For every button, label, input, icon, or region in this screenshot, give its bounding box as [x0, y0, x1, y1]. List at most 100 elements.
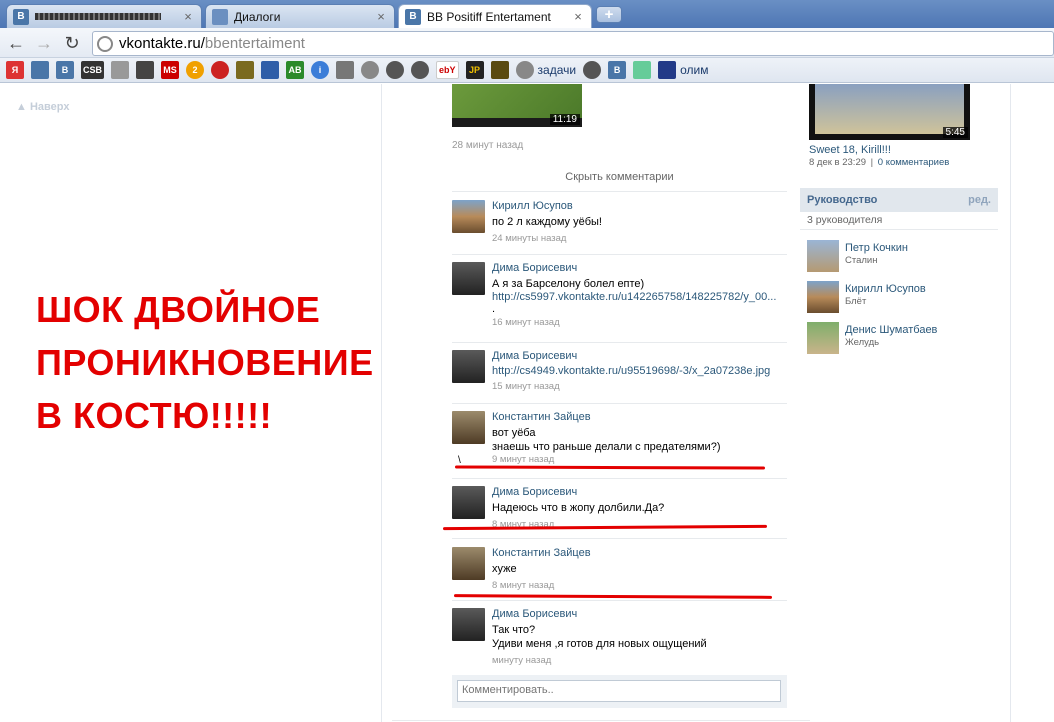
ab-bookmark-icon[interactable]: AB [286, 61, 305, 79]
bookmark-icon[interactable] [633, 61, 652, 79]
comment-item: Константин Зайцев хуже 8 минут назад [452, 547, 787, 595]
bookmark-label: олим [680, 63, 709, 77]
address-bar[interactable]: vkontakte.ru/bbentertaiment [92, 31, 1054, 56]
leader-name[interactable]: Петр Кочкин [845, 242, 908, 254]
comment-author[interactable]: Дима Борисевич [492, 486, 787, 498]
leader-name[interactable]: Денис Шуматбаев [845, 324, 937, 336]
ebay-bookmark-icon[interactable]: ebY [436, 61, 459, 79]
bookmark-icon[interactable] [236, 61, 255, 79]
leader-role: Желудь [845, 337, 880, 348]
ms-bookmark-icon[interactable]: MS [161, 61, 180, 79]
comment-author[interactable]: Кирилл Юсупов [492, 200, 787, 212]
leader-role: Сталин [845, 255, 878, 266]
tab-dialogs[interactable]: Диалоги × [205, 4, 395, 28]
vk-bookmark-icon[interactable]: B [608, 61, 627, 79]
bookmark-label: задачи [537, 63, 577, 77]
forward-arrow-icon[interactable]: → [34, 33, 54, 53]
leaders-title[interactable]: Руководство [807, 194, 877, 206]
vk-bookmark-icon[interactable]: B [56, 61, 74, 79]
red-annotation-caption: ШОК ДВОЙНОЕ ПРОНИКНОВЕНИЕ В КОСТЮ!!!!! [36, 283, 374, 442]
comment-input[interactable] [457, 680, 781, 702]
tab-bb-positiff[interactable]: B BB Positiff Entertament × [398, 4, 592, 28]
hide-comments-link[interactable]: Скрыть комментарии [452, 171, 787, 183]
tab-close-icon[interactable]: × [571, 9, 585, 24]
globe-bookmark-icon[interactable] [361, 61, 380, 79]
comment-author[interactable]: Дима Борисевич [492, 350, 787, 362]
video-date: 8 дек в 23:29 [809, 157, 867, 168]
new-tab-button[interactable]: + [596, 6, 622, 23]
address-path: bbentertaiment [204, 35, 305, 52]
comment-link[interactable]: http://cs4949.vkontakte.ru/u95519698/-3/… [492, 365, 787, 377]
leader-role: Блёт [845, 296, 867, 307]
opera-bookmark-icon[interactable] [211, 61, 230, 79]
avatar[interactable] [452, 350, 485, 383]
bookmark-zadachi[interactable]: задачи [515, 61, 577, 79]
comment-author[interactable]: Дима Борисевич [492, 608, 787, 620]
avatar[interactable] [807, 322, 839, 354]
tab-title: Диалоги [234, 9, 281, 24]
bookmark-icon[interactable] [411, 61, 430, 79]
bookmark-icon[interactable] [111, 61, 130, 79]
csb-bookmark-icon[interactable]: CSB [81, 61, 105, 79]
avatar[interactable] [807, 281, 839, 313]
comment-link[interactable]: http://cs5997.vkontakte.ru/u142265758/14… [492, 291, 787, 303]
bookmark-icon[interactable] [386, 61, 405, 79]
avatar[interactable] [452, 411, 485, 444]
reload-icon[interactable]: ↻ [62, 33, 82, 53]
avatar[interactable] [452, 200, 485, 233]
divider [800, 229, 998, 230]
tab-close-icon[interactable]: × [181, 9, 195, 24]
tab-close-icon[interactable]: × [374, 9, 388, 24]
avatar[interactable] [452, 262, 485, 295]
leaders-edit-link[interactable]: ред. [968, 194, 991, 206]
column-divider [381, 84, 382, 722]
comment-time[interactable]: 9 минут назад [492, 454, 787, 465]
sidebar-video-thumbnail[interactable]: 5:45 [809, 84, 970, 140]
back-to-top-link[interactable]: ▲ Наверх [16, 101, 69, 113]
back-arrow-icon[interactable]: ← [6, 33, 26, 53]
bookmark-icon[interactable] [583, 61, 602, 79]
divider [452, 254, 787, 255]
comment-author[interactable]: Константин Зайцев [492, 411, 787, 423]
avatar[interactable] [807, 240, 839, 272]
leader-item: Кирилл Юсупов Блёт [807, 281, 997, 314]
comment-text: по 2 л каждому уёбы! [492, 216, 602, 228]
comment-text: Так что? Удиви меня ,я готов для новых о… [492, 624, 707, 650]
avatar[interactable] [452, 486, 485, 519]
column-divider [1010, 84, 1011, 722]
jp-bookmark-icon[interactable]: JP [465, 61, 484, 79]
divider [452, 478, 787, 479]
comment-text: вот уёба знаешь что раньше делали с пред… [492, 427, 721, 453]
avatar[interactable] [452, 547, 485, 580]
comment-item: Кирилл Юсупов по 2 л каждому уёбы! 24 ми… [452, 200, 787, 252]
yandex-bookmark-icon[interactable]: Я [6, 61, 24, 79]
comment-time[interactable]: 8 минут назад [492, 580, 787, 591]
comment-time[interactable]: 16 минут назад [492, 317, 787, 328]
divider [452, 538, 787, 539]
two-bookmark-icon[interactable]: 2 [186, 61, 205, 79]
presentation-bookmark-icon[interactable] [336, 61, 355, 79]
leaders-count: 3 руководителя [807, 214, 883, 226]
bookmark-olim[interactable]: олим [658, 61, 708, 79]
cursor-bookmark-icon[interactable] [261, 61, 280, 79]
comment-author[interactable]: Константин Зайцев [492, 547, 787, 559]
star-bookmark-icon[interactable] [490, 61, 509, 79]
tab-hidden[interactable]: B × [6, 4, 202, 28]
divider [452, 403, 787, 404]
leader-name[interactable]: Кирилл Юсупов [845, 283, 926, 295]
chat-bookmark-icon[interactable] [31, 61, 49, 79]
comment-text: Надеюсь что в жопу долбили.Да? [492, 502, 665, 514]
comment-item: Дима Борисевич Надеюсь что в жопу долбил… [452, 486, 787, 530]
post-timestamp[interactable]: 28 минут назад [452, 140, 523, 151]
leader-item: Петр Кочкин Сталин [807, 240, 997, 273]
post-video-thumbnail[interactable]: 11:19 [452, 84, 582, 127]
info-bookmark-icon[interactable]: i [311, 61, 330, 79]
comment-time[interactable]: 24 минуты назад [492, 233, 787, 244]
avatar[interactable] [452, 608, 485, 641]
comment-time[interactable]: 15 минут назад [492, 381, 787, 392]
comment-time[interactable]: минуту назад [492, 655, 787, 666]
comment-author[interactable]: Дима Борисевич [492, 262, 787, 274]
video-comments-link[interactable]: 0 комментариев [878, 157, 950, 168]
bookmark-icon[interactable] [136, 61, 155, 79]
sidebar-video-title[interactable]: Sweet 18, Kirill!!! [809, 144, 891, 156]
